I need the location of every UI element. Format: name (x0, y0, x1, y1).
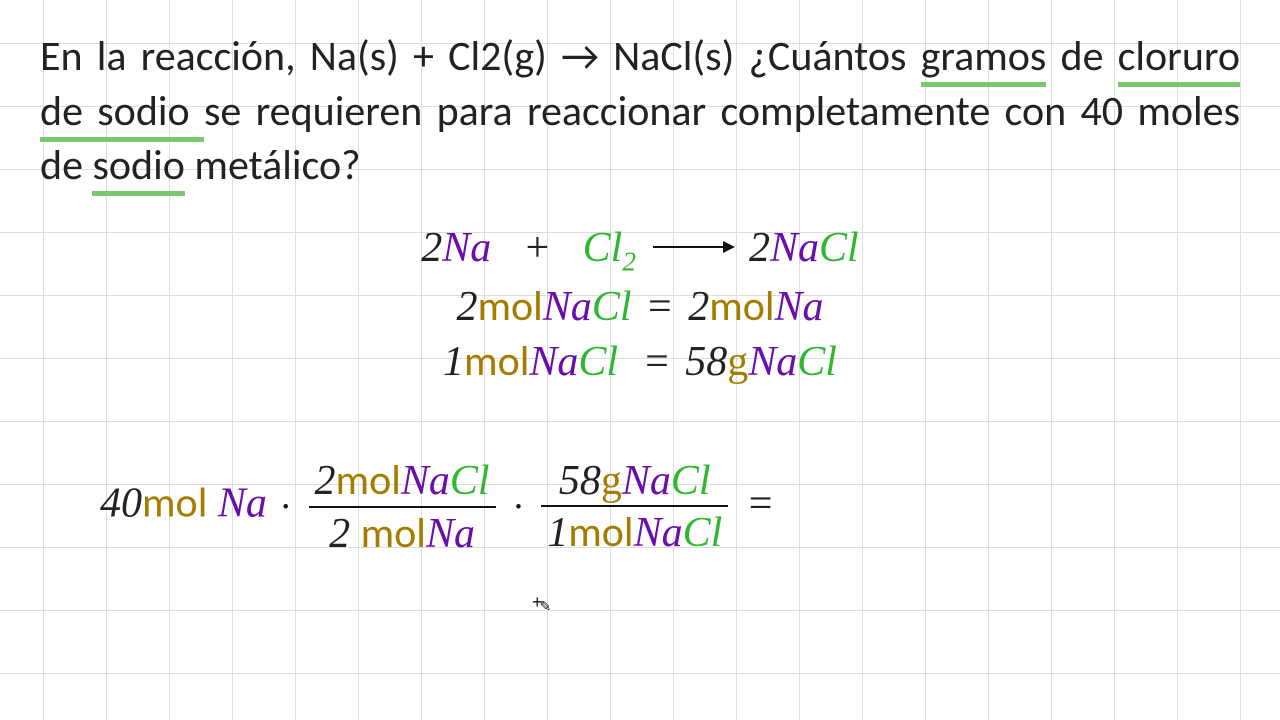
f2n-g: g (601, 458, 622, 504)
f2d-na: Na (634, 510, 683, 556)
r1-mol-b: mol (709, 281, 774, 332)
pencil-cursor-icon: +✎ (532, 592, 548, 613)
r1-num-b: 2 (688, 284, 709, 330)
f2n-58: 58 (559, 458, 601, 504)
dot-2: · (510, 486, 527, 528)
sub-2: 2 (622, 246, 636, 276)
r1-na-a: Na (543, 284, 592, 330)
r2-mol-a: mol (464, 336, 529, 387)
f2d-mol: mol (568, 507, 633, 558)
r2-cl-b: Cl (797, 339, 837, 385)
r1-cl-a: Cl (592, 284, 632, 330)
f1n-mol: mol (336, 455, 401, 506)
r1-na-b: Na (775, 284, 824, 330)
calc-mol: mol (142, 478, 207, 529)
fraction-1: 2molNaCl 2 molNa (309, 455, 496, 559)
f2d-cl: Cl (683, 510, 723, 556)
r2-g: g (727, 339, 748, 385)
f1n-2: 2 (315, 458, 336, 504)
problem-text-1: En la reacción, Na(s) + Cl2(g) → NaCl(s)… (40, 31, 921, 82)
f1n-cl: Cl (450, 458, 490, 504)
f2n-cl: Cl (671, 458, 711, 504)
species-cl: Cl (583, 225, 623, 271)
species-na2: Na (770, 225, 819, 271)
reaction-arrow-icon (653, 246, 733, 248)
r1-mol-a: mol (477, 281, 542, 332)
page-content: En la reacción, Na(s) + Cl2(g) → NaCl(s)… (0, 0, 1280, 421)
r1-eq: = (642, 284, 678, 330)
coef-2a: 2 (421, 225, 442, 271)
calc-na: Na (218, 481, 267, 527)
f1d-mol: mol (361, 508, 426, 559)
f1d-2: 2 (329, 511, 350, 557)
f2d-1: 1 (547, 510, 568, 556)
problem-statement: En la reacción, Na(s) + Cl2(g) → NaCl(s)… (40, 30, 1240, 194)
species-na: Na (442, 225, 491, 271)
worked-solution: 2Na + Cl2 2NaCl 2molNaCl = 2molNa 1molNa… (40, 224, 1240, 387)
r2-cl-a: Cl (578, 339, 618, 385)
coef-2b: 2 (749, 225, 770, 271)
mole-relation-2: 1molNaCl = 58gNaCl (40, 336, 1240, 387)
f1n-na: Na (401, 458, 450, 504)
problem-text-4: metálico? (185, 140, 361, 191)
r1-num-a: 2 (456, 284, 477, 330)
f1d-na: Na (426, 511, 475, 557)
calc-40: 40 (100, 481, 142, 527)
ul-gramos: gramos (921, 31, 1047, 87)
plus-sign: + (523, 225, 551, 271)
fraction-2: 58gNaCl 1molNaCl (541, 457, 728, 558)
r2-eq: = (639, 339, 675, 385)
balanced-equation: 2Na + Cl2 2NaCl (40, 224, 1240, 277)
r2-num-b: 58 (685, 339, 727, 385)
dimensional-analysis: 40mol Na · 2molNaCl 2 molNa · 58gNaCl 1m… (100, 455, 778, 559)
r2-na-a: Na (529, 339, 578, 385)
mole-relation-1: 2molNaCl = 2molNa (40, 281, 1240, 332)
r2-na-b: Na (748, 339, 797, 385)
f2n-na: Na (622, 458, 671, 504)
ul-sodio: sodio (92, 140, 184, 196)
calc-eq: = (743, 481, 779, 527)
species-cl2: Cl (819, 225, 859, 271)
r2-num-a: 1 (443, 339, 464, 385)
dot-1: · (277, 486, 294, 528)
problem-text-2: de (1046, 31, 1117, 82)
